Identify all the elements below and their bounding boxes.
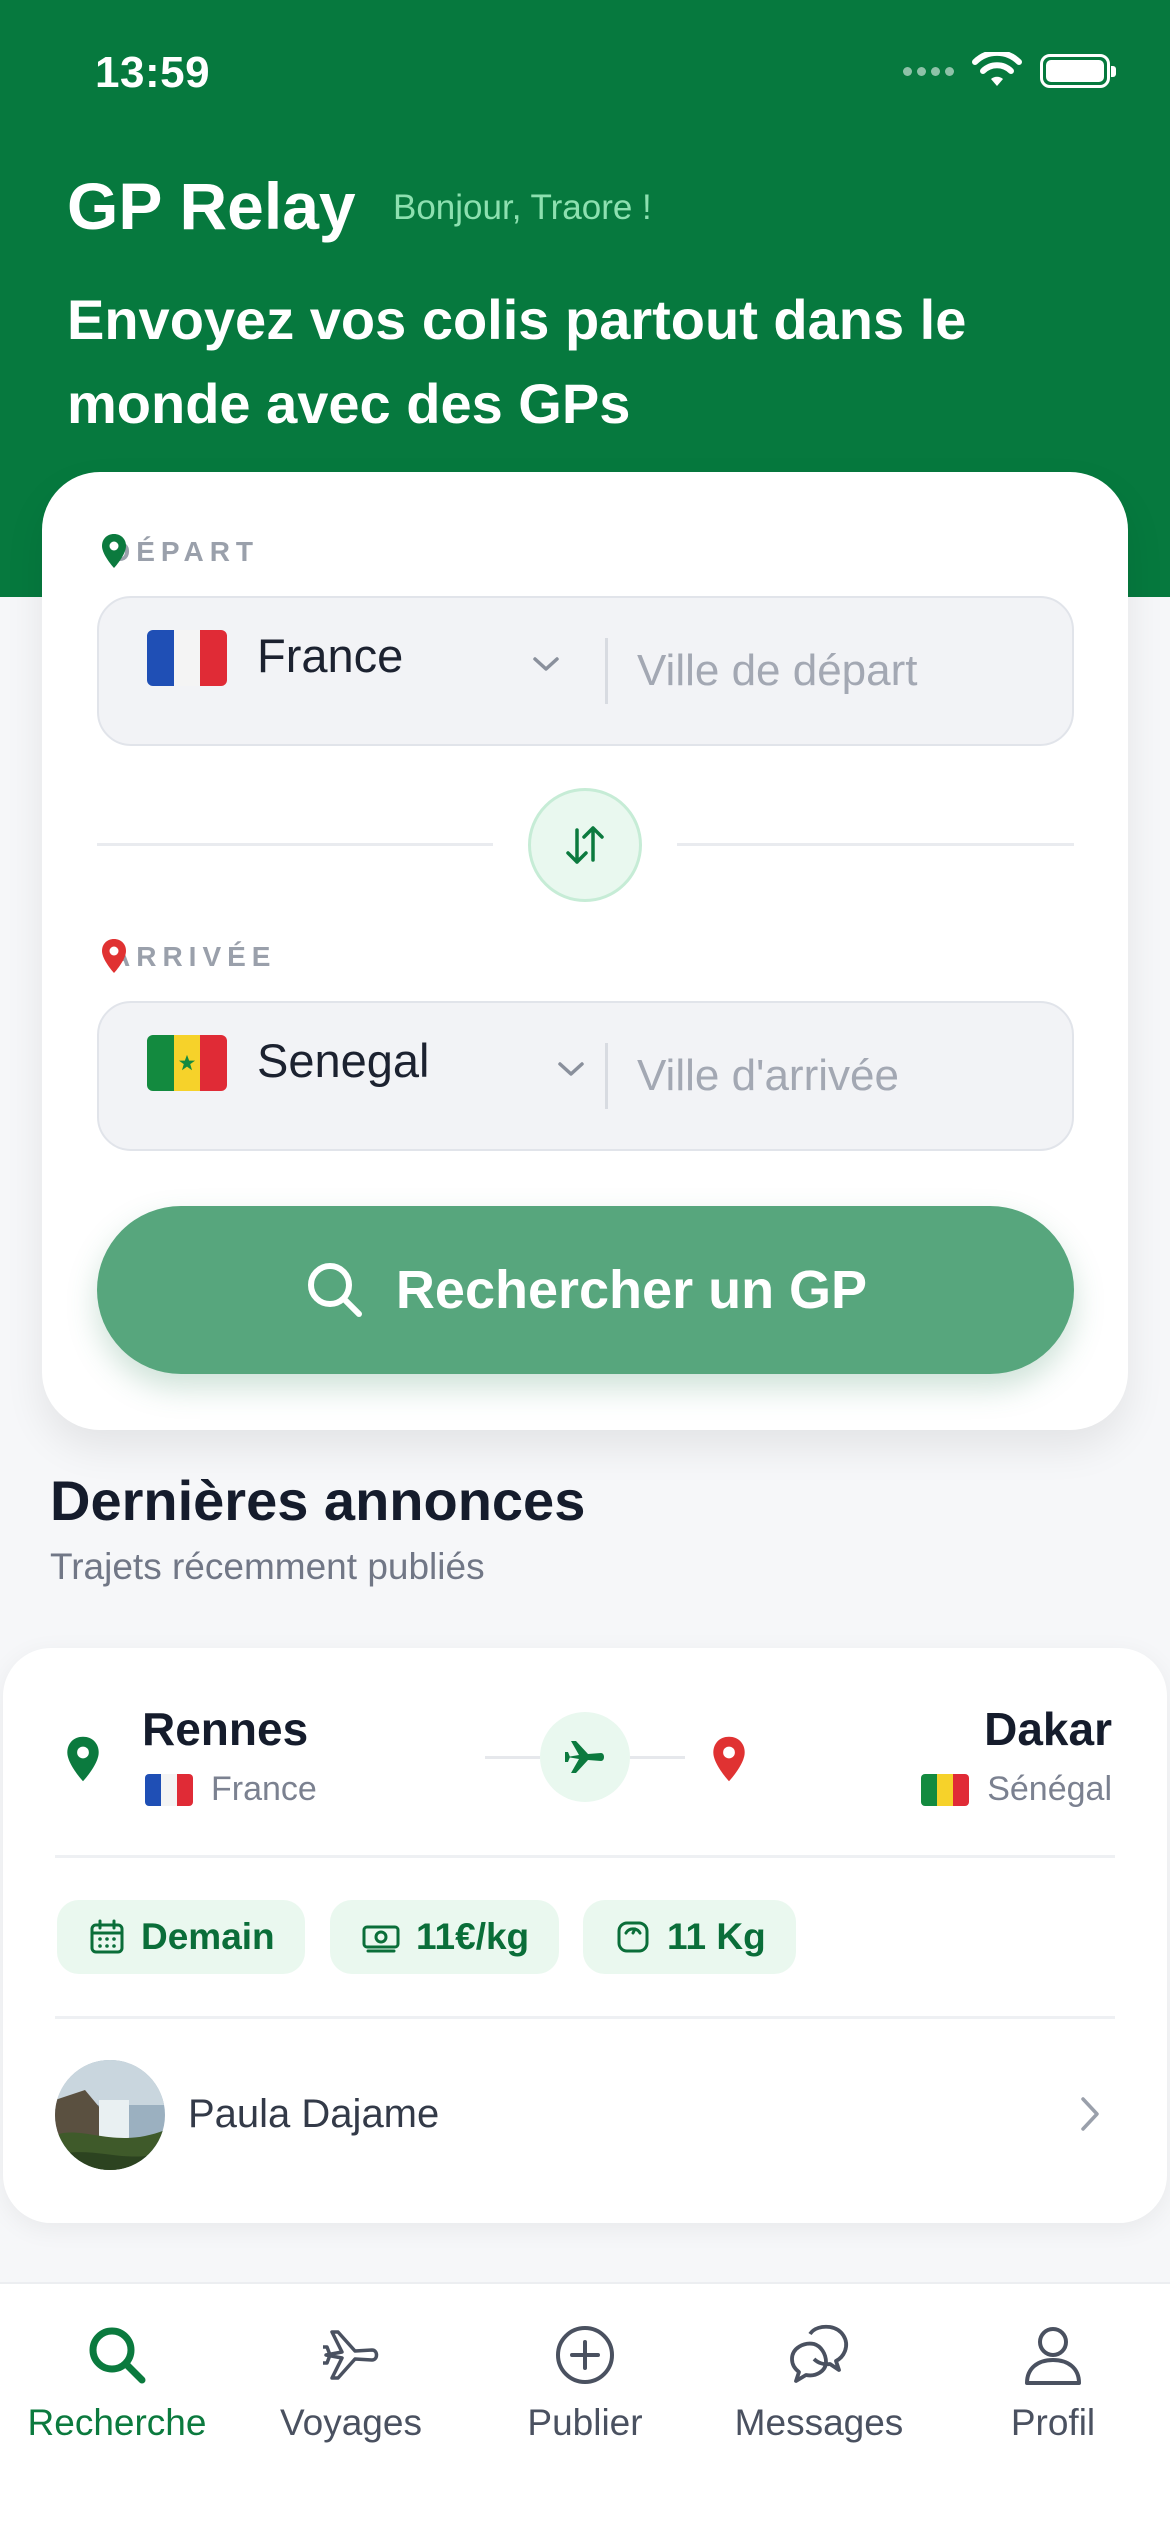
flag-france-icon <box>145 1773 193 1806</box>
route-line <box>485 1756 540 1759</box>
user-icon <box>1025 2327 1081 2385</box>
wifi-icon <box>972 52 1022 86</box>
traveler-name[interactable]: Paula Dajame <box>188 2092 439 2137</box>
avatar <box>55 2060 165 2170</box>
chat-icon <box>790 2324 848 2383</box>
weight-scale-icon <box>617 1921 649 1953</box>
chevron-right-icon[interactable] <box>1078 2094 1102 2134</box>
field-divider <box>605 638 608 704</box>
card-divider <box>55 2016 1115 2019</box>
price-chip: 11€/kg <box>330 1900 560 1974</box>
card-divider <box>55 1855 1115 1858</box>
tab-messages[interactable]: Messages <box>702 2322 936 2444</box>
divider-line <box>677 843 1074 846</box>
search-icon <box>89 2327 146 2384</box>
arrival-pin-icon <box>102 939 126 973</box>
date-chip: Demain <box>57 1900 305 1974</box>
tab-recherche[interactable]: Recherche <box>0 2322 234 2444</box>
route-line <box>630 1756 685 1759</box>
origin-pin-icon <box>67 1736 99 1782</box>
section-title: Dernières annonces <box>50 1469 586 1532</box>
destination-city: Dakar <box>984 1703 1112 1755</box>
swap-arrows-icon <box>566 826 604 864</box>
tab-publier[interactable]: Publier <box>468 2322 702 2444</box>
origin-city: Rennes <box>142 1703 309 1755</box>
app-title: GP Relay <box>67 169 356 243</box>
flag-senegal-icon <box>921 1773 970 1806</box>
tab-voyages[interactable]: Voyages <box>234 2322 468 2444</box>
search-button-label: Rechercher un GP <box>395 1260 868 1320</box>
status-bar: 13:59 <box>0 0 1170 150</box>
plane-icon <box>565 1741 604 1773</box>
arrival-label: ARRIVÉE <box>110 941 277 972</box>
flag-france-icon <box>147 630 227 686</box>
cellular-signal-icon <box>903 66 954 76</box>
departure-city-input[interactable] <box>637 626 1057 716</box>
bottom-tab-bar: Recherche Voyages Publier Messages Profi… <box>0 2282 1170 2532</box>
capacity-chip: 11 Kg <box>583 1900 796 1974</box>
calendar-icon <box>90 1919 124 1954</box>
destination-pin-icon <box>713 1736 745 1782</box>
greeting-text: Bonjour, Traore ! <box>393 188 652 227</box>
departure-pin-icon <box>102 534 126 568</box>
origin-country: France <box>145 1770 317 1809</box>
section-subtitle: Trajets récemment publiés <box>50 1546 485 1587</box>
field-divider <box>605 1043 608 1109</box>
search-icon <box>307 1263 362 1317</box>
departure-country-select[interactable]: France <box>257 628 403 683</box>
divider-line <box>97 843 493 846</box>
destination-country: Sénégal <box>921 1770 1112 1809</box>
money-icon <box>362 1925 400 1953</box>
departure-field: France <box>97 596 1074 746</box>
search-gp-button[interactable]: Rechercher un GP <box>97 1206 1074 1374</box>
arrival-country-select[interactable]: Senegal <box>257 1033 430 1088</box>
battery-icon <box>1040 54 1116 88</box>
arrival-city-input[interactable] <box>637 1031 1057 1121</box>
status-time: 13:59 <box>95 48 211 97</box>
header-tagline: Envoyez vos colis partout dans le monde … <box>67 288 967 435</box>
plane-badge <box>540 1712 630 1802</box>
plus-circle-icon <box>556 2326 614 2384</box>
status-icons <box>903 52 1116 90</box>
tab-profil[interactable]: Profil <box>936 2322 1170 2444</box>
plane-icon <box>323 2330 379 2380</box>
swap-button[interactable] <box>528 788 642 902</box>
flag-senegal-icon <box>147 1035 227 1091</box>
chevron-down-icon[interactable] <box>556 1059 586 1079</box>
chevron-down-icon[interactable] <box>531 654 561 674</box>
arrival-field: Senegal <box>97 1001 1074 1151</box>
departure-label: DÉPART <box>110 536 260 567</box>
